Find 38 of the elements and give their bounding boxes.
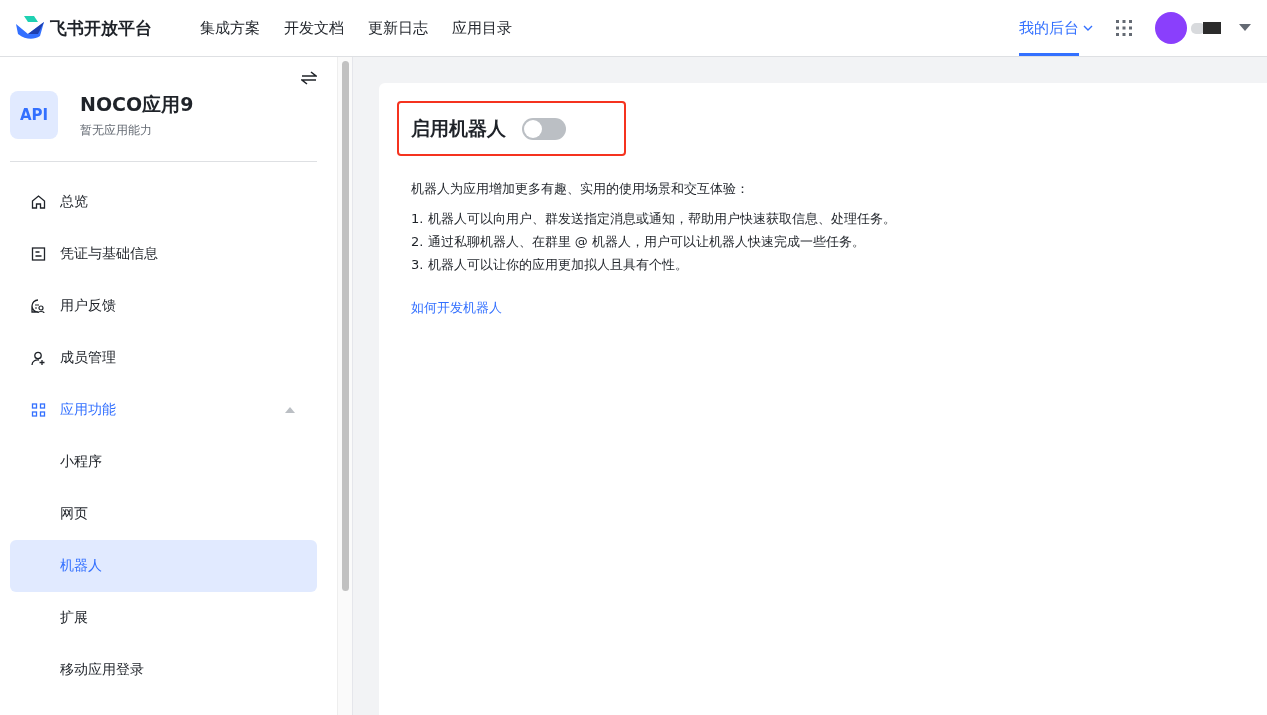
avatar[interactable] <box>1155 12 1187 44</box>
feedback-icon <box>31 298 46 314</box>
nav-link[interactable]: 更新日志 <box>368 0 428 56</box>
sidebar-subitem[interactable]: 机器人 <box>10 540 317 592</box>
collapse-arrows-icon[interactable] <box>301 71 317 85</box>
grid-icon <box>31 403 46 417</box>
sidebar-item[interactable]: 成员管理 <box>10 332 317 384</box>
sidebar-item[interactable]: 凭证与基础信息 <box>10 228 317 280</box>
scrollbar-thumb[interactable] <box>341 61 349 591</box>
section-title: 启用机器人 <box>411 115 506 141</box>
app-icon: API <box>10 91 58 139</box>
feature-point: 2. 通过私聊机器人、在群里 @ 机器人，用户可以让机器人快速完成一些任务。 <box>411 233 866 251</box>
nav-link[interactable]: 应用目录 <box>452 0 512 56</box>
sidebar-item[interactable]: 总览 <box>10 176 317 228</box>
help-link[interactable]: 如何开发机器人 <box>411 299 502 317</box>
nav-link[interactable]: 集成方案 <box>200 0 260 56</box>
nav-link[interactable]: 开发文档 <box>284 0 344 56</box>
add-member-icon <box>31 350 46 366</box>
logo-icon <box>16 16 44 40</box>
apps-grid-icon[interactable] <box>1115 19 1133 37</box>
home-icon <box>31 195 46 209</box>
logo-text[interactable]: 飞书开放平台 <box>50 16 152 40</box>
sidebar-item[interactable]: 应用功能 <box>10 384 317 436</box>
caret-down-icon[interactable] <box>1239 24 1251 32</box>
app-name: NOCO应用9 <box>80 91 194 117</box>
app-subtitle: 暂无应用能力 <box>80 121 153 139</box>
sidebar-subitem[interactable]: 扩展 <box>10 592 317 644</box>
enable-toggle[interactable] <box>522 117 566 140</box>
sidebar-item[interactable]: 用户反馈 <box>10 280 317 332</box>
intro-text: 机器人为应用增加更多有趣、实用的使用场景和交互体验： <box>411 180 750 198</box>
feature-point: 1. 机器人可以向用户、群发送指定消息或通知，帮助用户快速获取信息、处理任务。 <box>411 210 897 228</box>
redacted-name-drawing <box>1191 21 1223 35</box>
feature-point: 3. 机器人可以让你的应用更加拟人且具有个性。 <box>411 256 689 274</box>
sidebar-subitem[interactable]: 网页 <box>10 488 317 540</box>
chevron-down-icon <box>1083 25 1093 31</box>
document-icon <box>31 247 46 261</box>
sidebar-subitem[interactable]: 移动应用登录 <box>10 644 317 696</box>
sidebar-subitem[interactable]: 小程序 <box>10 436 317 488</box>
